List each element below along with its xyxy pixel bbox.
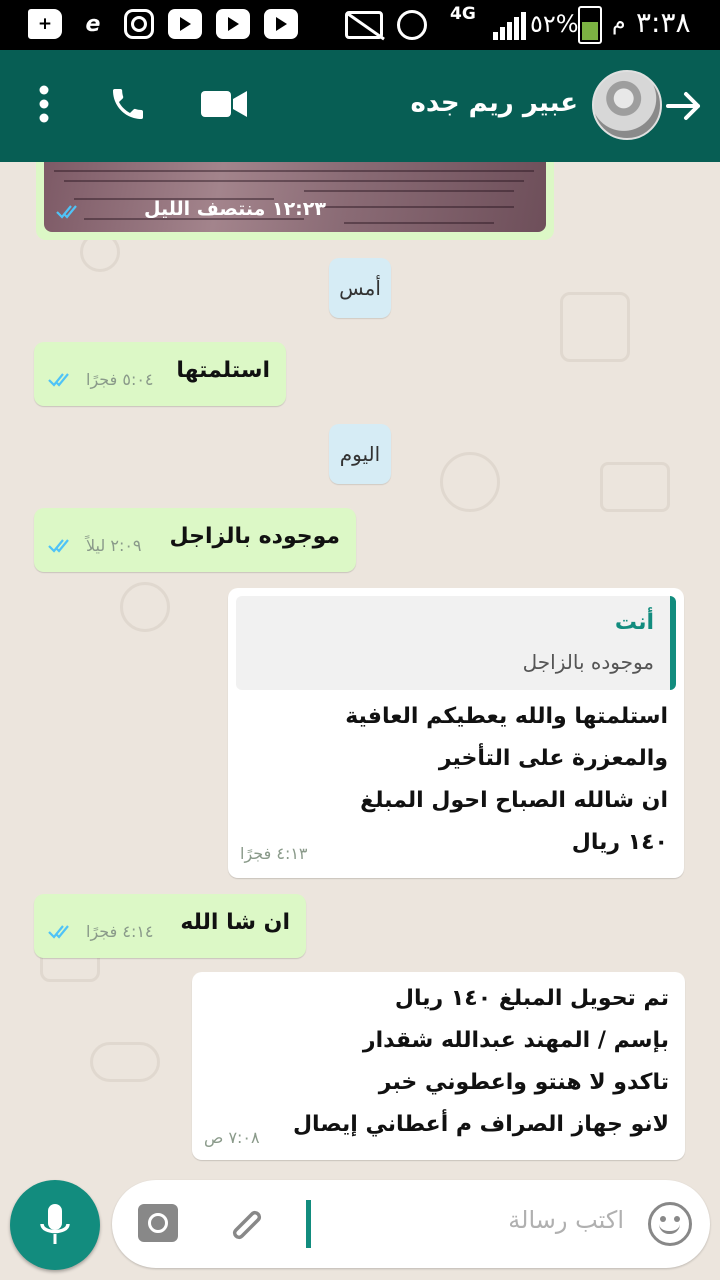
message-input-bar[interactable]: اكتب رسالة — [112, 1180, 710, 1268]
message-line: تم تحويل المبلغ ١٤٠ ريال — [394, 986, 669, 1011]
battery-icon — [578, 6, 602, 44]
am-pm: م — [612, 10, 626, 35]
read-ticks-icon — [48, 373, 69, 387]
more-options-icon[interactable] — [20, 80, 68, 128]
mic-icon — [40, 1204, 70, 1244]
signal-icon — [493, 12, 527, 40]
message-time: ٥:٠٤ فجرًا — [86, 370, 154, 389]
message-text: ان شا الله — [180, 910, 290, 935]
youtube-icon — [264, 9, 298, 39]
read-ticks-icon — [56, 205, 77, 219]
youtube-icon — [168, 9, 202, 39]
message-text: استلمتها — [176, 358, 270, 383]
background-doodle — [120, 582, 170, 632]
clock: ٣:٣٨ — [636, 6, 691, 39]
quote-sender: أنت — [614, 610, 654, 635]
mute-icon — [345, 11, 383, 39]
message-line: تاكدو لا هنتو واعطوني خبر — [378, 1070, 669, 1095]
chat-area[interactable]: ١٢:٢٣ منتصف الليل أمس استلمتها ٥:٠٤ فجرً… — [0, 162, 720, 1172]
youtube-icon — [216, 9, 250, 39]
voice-call-icon[interactable] — [104, 80, 152, 128]
message-line: ١٤٠ ريال — [571, 830, 668, 855]
read-ticks-icon — [48, 539, 69, 553]
image-message[interactable]: ١٢:٢٣ منتصف الليل — [36, 162, 554, 240]
message-line: بإسم / المهند عبدالله شقدار — [362, 1028, 669, 1053]
video-call-icon[interactable] — [200, 80, 248, 128]
attach-icon[interactable] — [222, 1200, 270, 1248]
message-bubble-outgoing[interactable]: أنت موجوده بالزاجل استلمتها والله يعطيكم… — [228, 588, 684, 878]
message-time: ٢:٠٩ ليلاً — [86, 536, 142, 555]
message-bubble-incoming[interactable]: موجوده بالزاجل ٢:٠٩ ليلاً — [34, 508, 356, 572]
message-time: ٤:١٤ فجرًا — [86, 922, 154, 941]
status-bar: + e 4G ٥٢% م ٣:٣٨ — [0, 0, 720, 50]
message-time: ٤:١٣ فجرًا — [240, 844, 308, 863]
tag-notification-icon: + — [28, 9, 62, 39]
message-time: ٧:٠٨ ص — [204, 1128, 260, 1147]
alarm-icon — [397, 10, 427, 40]
voice-record-button[interactable] — [10, 1180, 100, 1270]
quoted-reply[interactable]: أنت موجوده بالزاجل — [236, 596, 676, 690]
message-line: والمعزرة على التأخير — [438, 746, 668, 771]
quote-text: موجوده بالزاجل — [522, 650, 654, 674]
camera-icon[interactable] — [138, 1204, 178, 1242]
text-cursor — [306, 1200, 311, 1248]
read-ticks-icon — [48, 925, 69, 939]
message-bubble-incoming[interactable]: ان شا الله ٤:١٤ فجرًا — [34, 894, 306, 958]
avatar[interactable] — [592, 70, 662, 140]
message-bubble-outgoing[interactable]: تم تحويل المبلغ ١٤٠ ريال بإسم / المهند ع… — [192, 972, 685, 1160]
battery-percent: ٥٢% — [530, 10, 579, 38]
date-separator: اليوم — [329, 424, 391, 484]
message-input[interactable]: اكتب رسالة — [508, 1206, 624, 1234]
background-doodle — [90, 1042, 160, 1082]
system-icons — [345, 10, 427, 40]
background-doodle — [560, 292, 630, 362]
emoji-icon[interactable] — [648, 1202, 692, 1246]
network-type: 4G — [450, 4, 476, 24]
image-preview[interactable]: ١٢:٢٣ منتصف الليل — [44, 162, 546, 232]
message-line: لانو جهاز الصراف م أعطاني إيصال — [292, 1112, 669, 1137]
back-arrow-icon[interactable] — [664, 86, 704, 126]
message-text: موجوده بالزاجل — [169, 524, 341, 549]
date-separator: أمس — [329, 258, 391, 318]
message-line: استلمتها والله يعطيكم العافية — [345, 704, 668, 729]
instagram-icon — [124, 9, 154, 39]
message-line: ان شالله الصباح احول المبلغ — [360, 788, 668, 813]
background-doodle — [600, 462, 670, 512]
chat-header: عبير ريم جده — [0, 50, 720, 162]
contact-name[interactable]: عبير ريم جده — [411, 88, 579, 118]
app-notification-icon: e — [85, 11, 101, 37]
notification-icons: + e — [28, 9, 298, 39]
message-bubble-incoming[interactable]: استلمتها ٥:٠٤ فجرًا — [34, 342, 286, 406]
background-doodle — [440, 452, 500, 512]
message-time: ١٢:٢٣ منتصف الليل — [144, 198, 326, 220]
